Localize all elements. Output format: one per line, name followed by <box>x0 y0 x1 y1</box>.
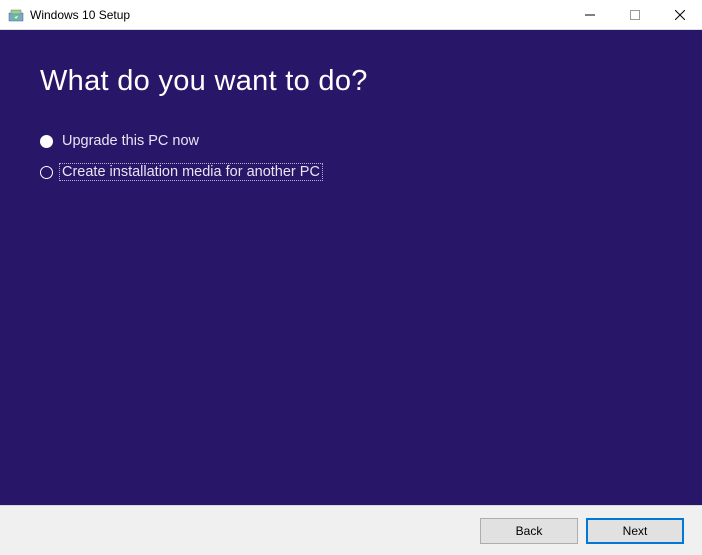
window-controls <box>567 0 702 29</box>
titlebar: Windows 10 Setup <box>0 0 702 30</box>
radio-icon <box>40 166 53 179</box>
radio-icon <box>40 135 53 148</box>
app-icon <box>8 7 24 23</box>
options-group: Upgrade this PC now Create installation … <box>40 133 662 181</box>
option-upgrade-now[interactable]: Upgrade this PC now <box>40 133 662 149</box>
option-label: Create installation media for another PC <box>59 163 323 181</box>
next-button[interactable]: Next <box>586 518 684 544</box>
page-heading: What do you want to do? <box>40 65 662 98</box>
option-create-media[interactable]: Create installation media for another PC <box>40 163 662 181</box>
close-button[interactable] <box>657 0 702 29</box>
minimize-button[interactable] <box>567 0 612 29</box>
maximize-button <box>612 0 657 29</box>
footer: Back Next <box>0 505 702 555</box>
content-area: What do you want to do? Upgrade this PC … <box>0 30 702 505</box>
back-button[interactable]: Back <box>480 518 578 544</box>
option-label: Upgrade this PC now <box>62 133 199 149</box>
window-title: Windows 10 Setup <box>30 8 130 22</box>
